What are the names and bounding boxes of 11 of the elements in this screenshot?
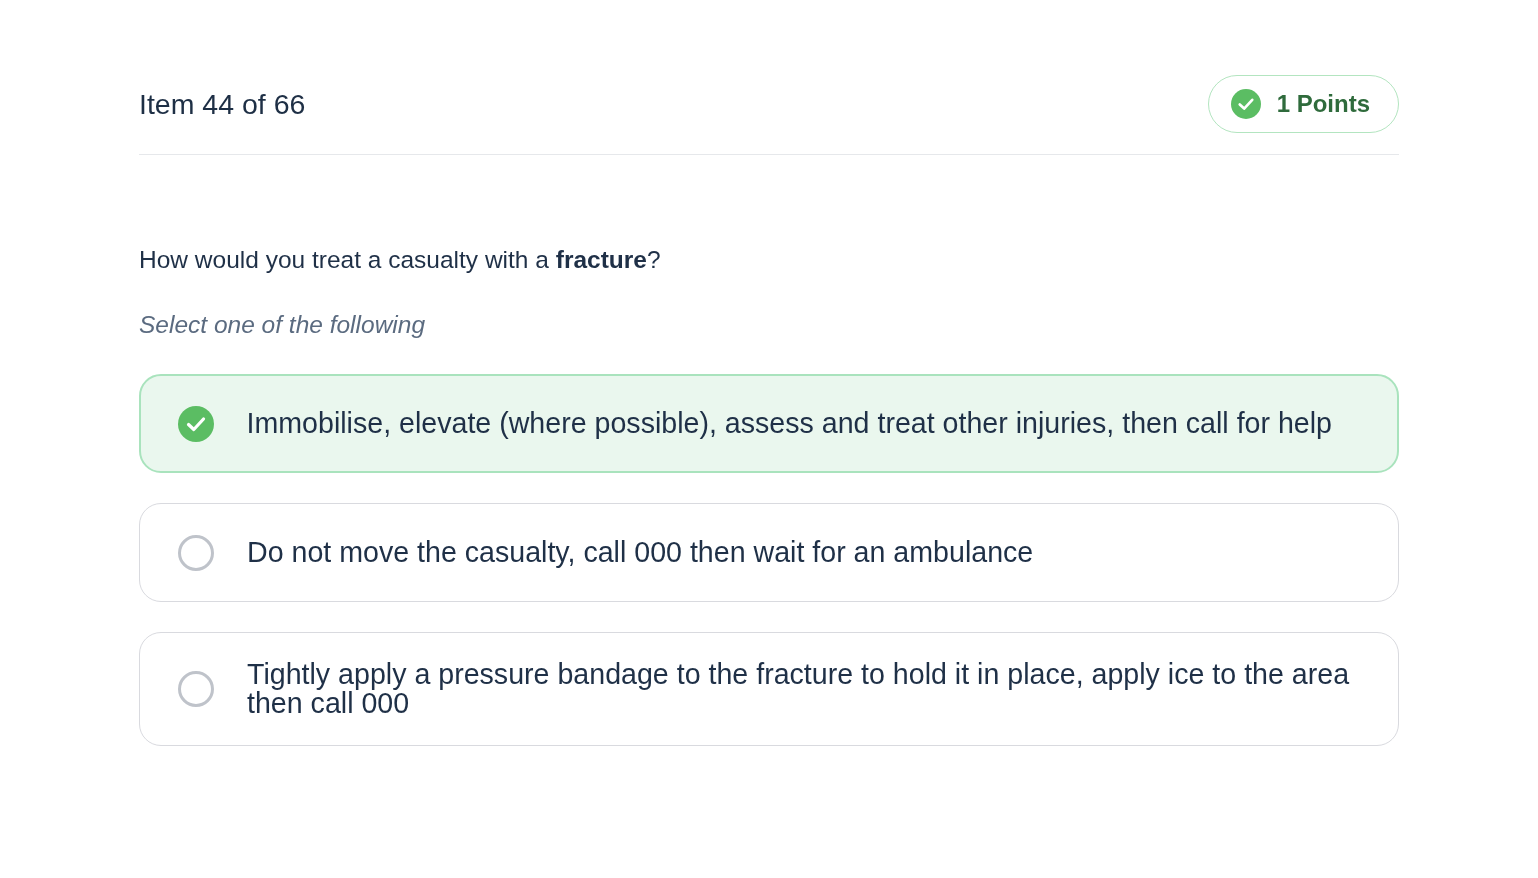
points-label: 1 Points [1276,90,1370,118]
check-circle-icon [177,405,214,442]
radio-circle-icon [178,534,214,571]
radio-circle-icon [178,671,214,707]
answer-option[interactable]: Tightly apply a pressure bandage to the fracture to hold it in place, apply ice to the area then call 000 [139,632,1399,746]
check-circle-icon [1230,89,1261,119]
answer-option[interactable]: Immobilise, elevate (where possible), assess and treat other injuries, then call for help [139,374,1399,473]
instruction-text: Select one of the following [139,311,427,339]
question-text: How would you treat a casualty with a fracture? [139,245,662,275]
item-counter: Item 44 of 66 [139,87,306,121]
answer-option[interactable]: Do not move the casualty, call 000 then wait for an ambulance [139,503,1399,602]
